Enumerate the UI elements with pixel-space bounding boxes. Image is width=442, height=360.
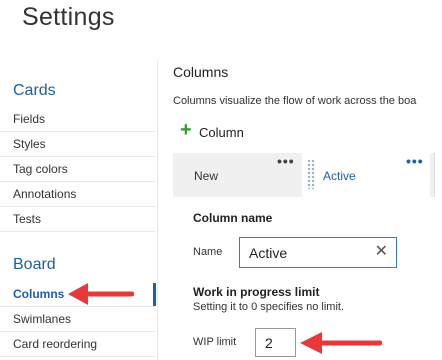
- columns-description: Columns visualize the flow of work acros…: [173, 95, 417, 107]
- tab-label: Active: [323, 169, 356, 183]
- sidebar-item-annotations[interactable]: Annotations: [0, 183, 155, 207]
- ellipsis-icon[interactable]: •••: [406, 153, 424, 169]
- tab-label: New: [194, 169, 219, 183]
- name-label: Name: [193, 246, 223, 258]
- active-indicator: [153, 283, 156, 306]
- sidebar-item-swimlanes[interactable]: Swimlanes: [0, 308, 155, 332]
- wip-hint: Setting it to 0 specifies no limit.: [193, 301, 345, 313]
- red-arrow-icon: [68, 283, 134, 305]
- sidebar-item-label: Annotations: [13, 187, 77, 201]
- sidebar-item-label: Swimlanes: [13, 312, 72, 326]
- red-arrow-icon: [300, 332, 382, 354]
- add-column-label: Column: [199, 125, 244, 140]
- column-name-title: Column name: [193, 211, 273, 225]
- cards-section-header: Cards: [13, 82, 56, 99]
- wip-limit-field[interactable]: [255, 328, 303, 357]
- tab-active[interactable]: Active •••: [302, 153, 430, 197]
- plus-icon: +: [180, 119, 192, 141]
- column-tabs: New ••• Active •••: [173, 153, 442, 198]
- close-icon[interactable]: ✕: [375, 243, 388, 261]
- tab-next[interactable]: [434, 153, 442, 197]
- sidebar-item-styles[interactable]: Styles: [0, 133, 155, 157]
- sidebar-item-label: Tests: [13, 212, 42, 226]
- tab-new[interactable]: New •••: [173, 153, 300, 197]
- sidebar-item-label: Styles: [13, 137, 46, 151]
- sidebar-item-label: Tag colors: [13, 162, 68, 176]
- wip-label: WIP limit: [193, 336, 237, 348]
- wip-title: Work in progress limit: [193, 285, 320, 299]
- sidebar-divider: [157, 60, 158, 360]
- sidebar-item-label: Columns: [13, 287, 65, 301]
- sidebar-item-tests[interactable]: Tests: [0, 208, 155, 232]
- board-section-header: Board: [13, 256, 56, 273]
- sidebar-item-label: Card reordering: [13, 337, 98, 351]
- sidebar-item-card-reordering[interactable]: Card reordering: [0, 333, 155, 357]
- column-name-input[interactable]: [240, 238, 379, 267]
- sidebar-item-tag-colors[interactable]: Tag colors: [0, 158, 155, 182]
- drag-handle-icon[interactable]: [307, 159, 315, 189]
- column-name-field[interactable]: ✕: [239, 237, 397, 268]
- sidebar-item-label: Fields: [13, 112, 46, 126]
- columns-heading: Columns: [173, 64, 229, 80]
- ellipsis-icon[interactable]: •••: [277, 153, 295, 169]
- sidebar-item-fields[interactable]: Fields: [0, 108, 155, 132]
